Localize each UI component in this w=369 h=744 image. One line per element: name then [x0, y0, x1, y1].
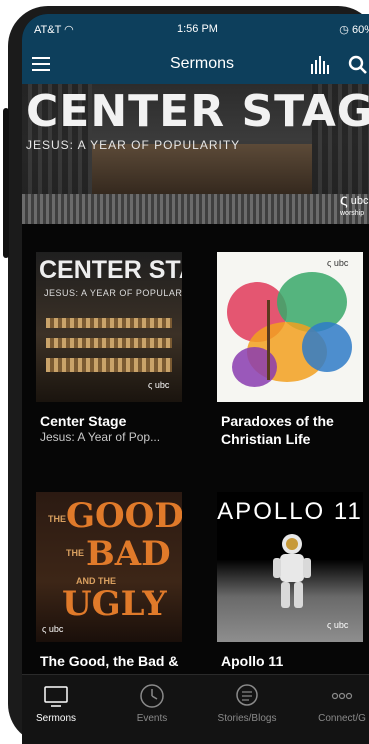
banner-title: CENTER STAGE	[26, 86, 369, 137]
status-bar: AT&T ◠ 1:56 PM ◷ 60%	[22, 14, 369, 44]
sermon-artwork: THE GOOD THE BAD AND THE UGLY ς ubc	[36, 492, 182, 642]
tab-sermons[interactable]: Sermons	[22, 683, 106, 724]
sermon-artwork: APOLLO 11 ς ubc	[217, 492, 363, 642]
tab-connect[interactable]: Connect/G	[292, 683, 369, 724]
audio-bars-icon[interactable]	[310, 56, 332, 74]
ubc-logo-icon: ς	[327, 620, 332, 630]
sermon-artwork: ς ubc	[217, 252, 363, 402]
battery-indicator: ◷ 60%	[339, 24, 369, 36]
side-button	[3, 108, 9, 258]
ubc-logo: ς ubc worship	[340, 192, 369, 217]
ubc-logo: ς ubc	[327, 258, 349, 268]
sermon-artwork: CENTER STAGE JESUS: A YEAR OF POPULARITY…	[36, 252, 182, 402]
ubc-logo: ς ubc	[42, 624, 64, 634]
sermon-title: Apollo 11	[221, 653, 284, 669]
clock-time: 1:56 PM	[177, 23, 218, 35]
search-icon[interactable]	[348, 55, 368, 75]
ubc-logo: ς ubc	[148, 380, 170, 390]
wifi-icon: ◠	[64, 24, 74, 36]
carrier-label: AT&T ◠	[34, 24, 74, 36]
chat-icon	[236, 684, 258, 706]
astronaut-illustration	[273, 534, 311, 608]
sermon-title: Center Stage	[40, 413, 127, 429]
banner-subtitle: JESUS: A YEAR OF POPULARITY	[26, 138, 241, 152]
alarm-icon: ◷	[339, 24, 349, 36]
clock-icon	[140, 684, 164, 708]
sermon-subtitle: Jesus: A Year of Pop...	[40, 430, 161, 444]
ubc-logo-icon: ς	[148, 380, 153, 390]
app-screen: AT&T ◠ 1:56 PM ◷ 60% Sermons CENTER STAG…	[22, 14, 369, 744]
more-icon	[331, 692, 353, 700]
featured-banner[interactable]: CENTER STAGE JESUS: A YEAR OF POPULARITY…	[22, 84, 369, 224]
nav-bar: Sermons	[22, 44, 369, 84]
tab-events[interactable]: Events	[102, 683, 202, 724]
sermon-title: Paradoxes of the Christian Life	[221, 413, 334, 447]
ubc-logo-icon: ς	[42, 624, 47, 634]
bottom-tab-bar: Sermons Events Stories/Blogs Connect/G	[22, 674, 369, 744]
ubc-logo: ς ubc	[327, 620, 349, 630]
tab-stories-blogs[interactable]: Stories/Blogs	[197, 683, 297, 724]
tv-icon	[44, 686, 68, 707]
ubc-logo-icon: ς	[340, 192, 348, 209]
ubc-logo-icon: ς	[327, 258, 332, 268]
